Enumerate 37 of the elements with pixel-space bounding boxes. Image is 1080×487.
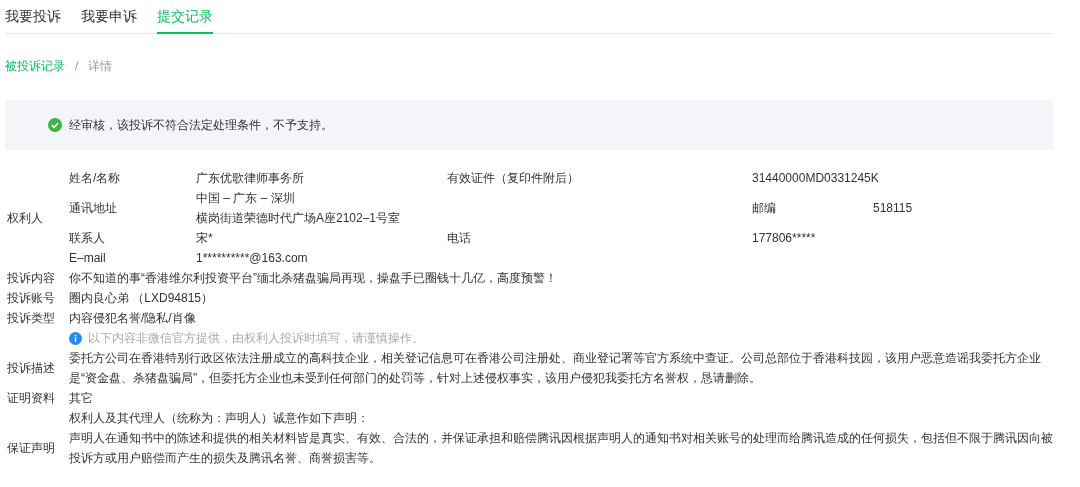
info-icon — [69, 331, 82, 345]
field-value: 内容侵犯名誉/隐私/肖像 — [69, 310, 197, 327]
field-value: 声明人在通知书中的陈述和提供的相关材料皆是真实、有效、合法的，并保证承担和赔偿腾讯因根据声明人的通知书对相关账号的处理而给腾讯造成的任何损失，包括但不限于腾讯因向被投诉方或用户赔偿而产生的损失及腾讯名誉、商誉损害等。 — [69, 430, 1054, 467]
field-value: 圈内良心弟 （LXD94815） — [69, 290, 215, 307]
field-label: 通讯地址 — [69, 201, 117, 215]
field-value: 你不知道的事“香港维尔利投资平台”缅北杀猪盘骗局再现，操盘手已圈钱十几亿，高度预警！ — [69, 270, 558, 287]
field-label: 投诉描述 — [7, 361, 55, 375]
field-value: 委托方公司在香港特别行政区依法注册成立的高科技企业，相关登记信息可在香港公司注册处、商业登记署等官方系统中查证。公司总部位于香港科技园，该用户恶意造谣我委托方企业是“资金盘、杀猪盘骗局"，但委托方企业也未受到任何部门的处罚等，针对上述侵权事实，该用户侵犯我委托方名誉权，恳请删除。 — [69, 350, 1042, 387]
tab[interactable]: 我要投诉 — [5, 0, 61, 34]
field-label: 权利人 — [7, 211, 43, 225]
field-label: 投诉内容 — [7, 271, 55, 285]
field-label: 联系人 — [69, 231, 105, 245]
field-value: 其它 — [69, 390, 94, 407]
field-label: 邮编 — [752, 200, 777, 217]
hint-text: 以下内容非微信官方提供，由权利人投诉时填写，请谨慎操作。 — [88, 330, 424, 347]
field-label: 有效证件（复印件附后） — [447, 171, 579, 185]
field-value: 177806***** — [752, 230, 816, 247]
field-value: 广东优歌律师事务所 — [196, 170, 305, 187]
breadcrumb-separator: / — [75, 58, 79, 75]
check-circle-icon — [48, 118, 62, 132]
field-label: 姓名/名称 — [69, 171, 121, 185]
field-value: 31440000MD0331245K — [752, 170, 879, 187]
field-label: 投诉类型 — [7, 311, 55, 325]
field-label: 电话 — [447, 231, 471, 245]
field-label: 保证声明 — [7, 441, 55, 455]
field-label: 证明资料 — [7, 391, 55, 405]
tab[interactable]: 我要申诉 — [81, 0, 137, 34]
field-value: 518115 — [873, 200, 913, 217]
field-value: 宋* — [196, 230, 214, 247]
notice-text: 经审核，该投诉不符合法定处理条件，不予支持。 — [69, 117, 333, 134]
breadcrumb-current: 详情 — [88, 58, 113, 75]
field-value: 1**********@163.com — [196, 250, 309, 267]
field-label: 投诉账号 — [7, 291, 55, 305]
field-value: 横岗街道荣德时代广场A座2102–1号室 — [196, 210, 402, 227]
field-value: 中国 – 广东 – 深圳 — [196, 190, 296, 207]
field-label: E–mail — [69, 251, 106, 265]
field-value: 权利人及其代理人（统称为：声明人）诚意作如下声明： — [69, 410, 370, 427]
